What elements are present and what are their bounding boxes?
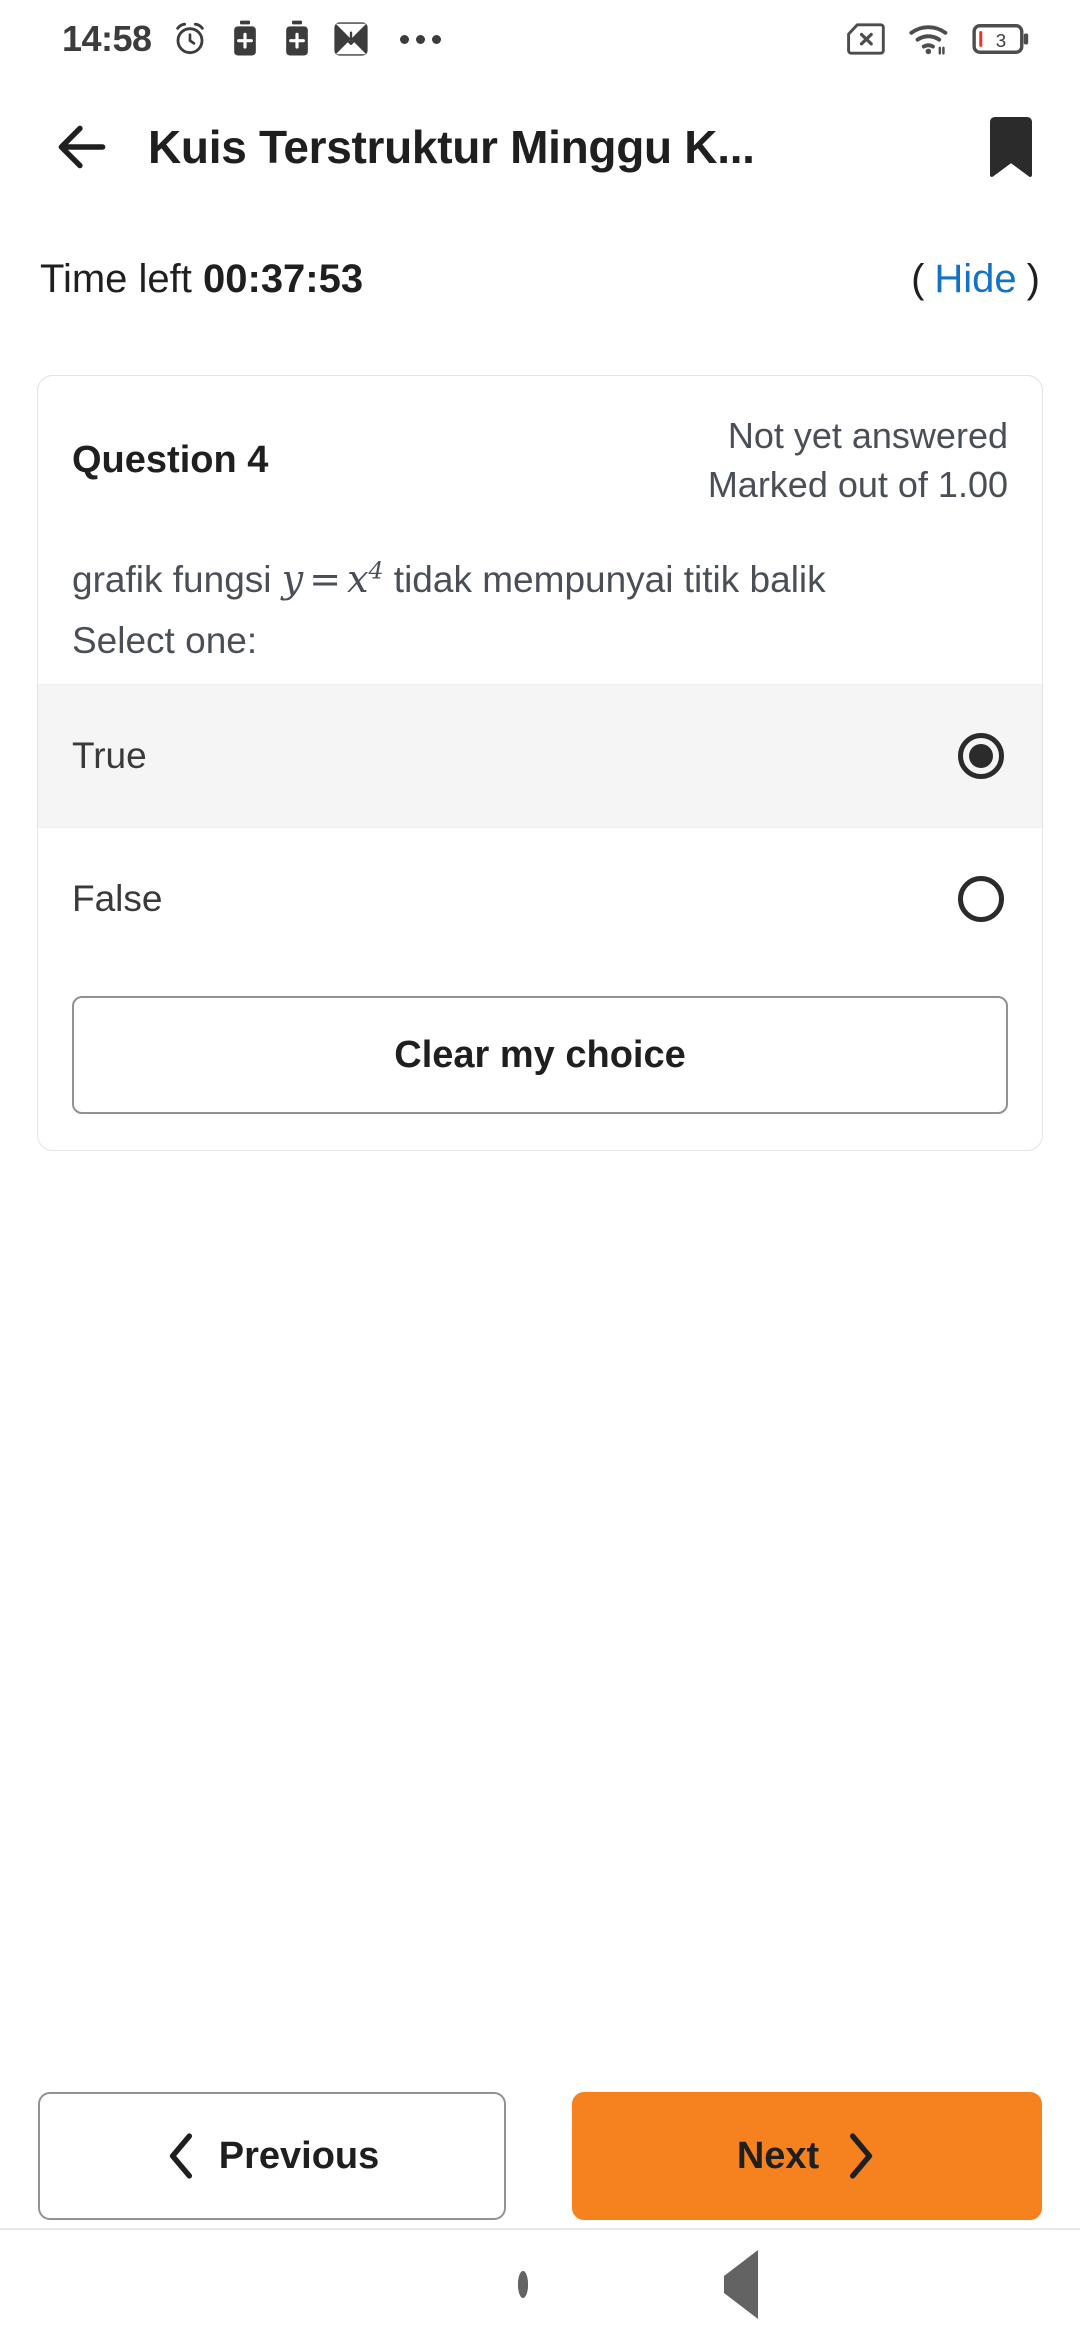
chevron-left-icon — [169, 2133, 192, 2179]
radio-dot-icon — [969, 744, 993, 769]
math-variable-y: y — [281, 557, 304, 602]
quiz-screen: 14:58 3 Kuis Terstruktur Minggu K... Tim… — [0, 0, 1080, 2340]
select-one-prompt: Select one: — [72, 620, 258, 662]
clear-choice-wrap: Clear my choice — [38, 970, 1042, 1150]
android-back-button[interactable] — [724, 2250, 758, 2319]
time-left-row: Time left 00:37:53 ( Hide ) — [0, 232, 1080, 326]
hide-timer-group: ( Hide ) — [911, 257, 1040, 302]
triangle-back-icon — [724, 2250, 758, 2319]
circle-home-icon — [518, 2271, 528, 2298]
time-left-label: Time left — [40, 256, 203, 301]
status-bar-left: 14:58 — [62, 19, 441, 59]
question-number: Question 4 — [72, 439, 269, 482]
arrow-left-icon — [58, 125, 106, 169]
next-button[interactable]: Next — [572, 2092, 1042, 2220]
app-bar: Kuis Terstruktur Minggu K... — [0, 78, 1080, 216]
next-label: Next — [736, 2134, 820, 2177]
time-left-value: 00:37:53 — [203, 256, 364, 301]
option-label: True — [72, 735, 147, 777]
option-label: False — [72, 878, 163, 920]
option-row-false[interactable]: False — [38, 827, 1042, 970]
status-clock: 14:58 — [62, 18, 152, 59]
math-exponent: 4 — [368, 556, 384, 585]
question-math: y = x4 — [281, 556, 384, 602]
battery-icon: 3 — [972, 24, 1029, 54]
battery-saver-icon — [285, 20, 308, 56]
bookmark-icon — [990, 117, 1032, 177]
paren-open: ( — [911, 256, 925, 301]
question-card: Question 4 Not yet answered Marked out o… — [37, 375, 1043, 1152]
wifi-icon — [909, 25, 948, 55]
bookmark-button[interactable] — [956, 87, 1066, 207]
hide-link[interactable]: Hide — [934, 257, 1016, 302]
battery-level-text: 3 — [996, 30, 1006, 51]
overflow-dots-icon — [399, 34, 441, 44]
alarm-icon — [175, 22, 204, 55]
previous-label: Previous — [218, 2134, 380, 2177]
chevron-right-icon — [850, 2133, 873, 2179]
radio-button-false[interactable] — [958, 876, 1004, 923]
back-button[interactable] — [22, 87, 142, 207]
question-header: Question 4 Not yet answered Marked out o… — [38, 376, 1042, 533]
radio-button-true[interactable] — [958, 733, 1004, 780]
time-left: Time left 00:37:53 — [40, 257, 363, 302]
battery-saver-icon — [233, 20, 256, 56]
previous-button[interactable]: Previous — [38, 2092, 507, 2220]
home-button[interactable] — [518, 2271, 528, 2298]
question-marks: Marked out of 1.00 — [707, 463, 1008, 505]
status-bar: 14:58 3 — [0, 0, 1080, 78]
option-row-true[interactable]: True — [38, 684, 1042, 828]
status-bar-right: 3 — [846, 21, 1054, 57]
math-operator-equals: = — [309, 557, 342, 602]
clear-my-choice-button[interactable]: Clear my choice — [72, 996, 1008, 1115]
no-sim-icon — [847, 23, 885, 55]
question-meta: Not yet answered Marked out of 1.00 — [708, 412, 1008, 509]
math-variable-x: x — [347, 557, 369, 602]
question-text: grafik fungsi y = x4 tidak mempunyai titik… — [38, 533, 1042, 608]
page-title: Kuis Terstruktur Minggu K... — [148, 121, 755, 173]
download-arrow-icon — [333, 22, 368, 56]
paren-close: ) — [1026, 256, 1040, 301]
question-text-before: grafik fungsi — [72, 559, 282, 601]
question-status: Not yet answered — [727, 415, 1008, 456]
question-text-after: tidak mempunyai titik balik — [383, 559, 826, 601]
quiz-navigation-buttons: Previous Next — [0, 2087, 1080, 2225]
android-navigation-bar — [0, 2230, 1080, 2340]
